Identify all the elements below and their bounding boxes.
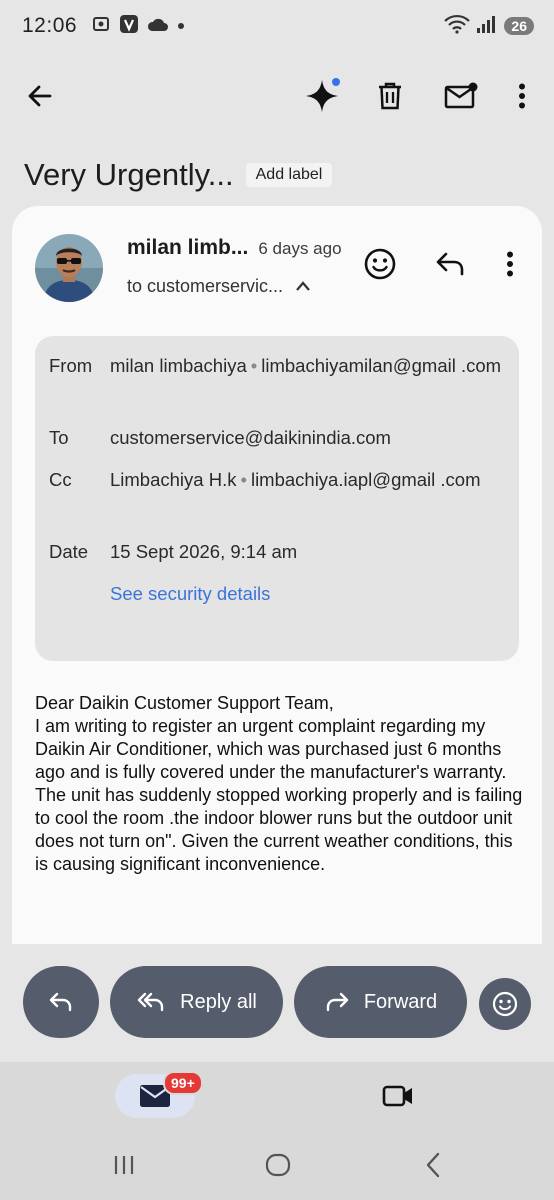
to-email[interactable]: customerservice@daikinindia.com <box>110 423 510 453</box>
recent-apps-icon[interactable] <box>104 1150 144 1180</box>
date-value: 15 Sept 2026, 9:14 am <box>110 541 298 562</box>
nav-mail-tab[interactable]: 99+ <box>115 1071 203 1118</box>
from-label: From <box>49 355 93 376</box>
dot-icon <box>177 17 185 35</box>
reply-all-label: Reply all <box>180 990 257 1013</box>
email-toolbar <box>0 60 554 132</box>
status-time: 12:06 <box>22 14 78 37</box>
v-app-icon <box>119 14 139 39</box>
reply-icon <box>49 992 72 1012</box>
react-button[interactable] <box>479 978 531 1030</box>
separator-dot: • <box>240 469 247 490</box>
signal-icon <box>476 14 498 39</box>
delete-icon[interactable] <box>368 74 412 118</box>
add-label-button[interactable]: Add label <box>245 163 333 187</box>
email-subject: Very Urgently... <box>24 157 234 192</box>
status-bar: 12:06 26 <box>0 0 554 52</box>
forward-label: Forward <box>363 990 438 1013</box>
battery-indicator: 26 <box>504 17 534 35</box>
recipient-summary[interactable]: to customerservic... <box>127 276 283 297</box>
screenshot-icon <box>91 14 111 39</box>
message-details-panel: From milan limbachiya • limbachiyamilan@gm… <box>35 336 519 661</box>
from-name: milan limbachiya <box>110 355 247 376</box>
message-more-icon[interactable] <box>490 244 530 284</box>
date-label: Date <box>49 541 89 562</box>
more-vert-icon[interactable] <box>500 74 544 118</box>
system-nav-bar <box>0 1130 554 1200</box>
sent-time: 6 days ago <box>258 239 342 258</box>
system-back-icon[interactable] <box>414 1150 454 1180</box>
reply-all-button[interactable]: Reply all <box>110 966 283 1038</box>
reply-all-icon <box>137 992 164 1012</box>
reply-icon[interactable] <box>430 244 470 284</box>
message-card: milan limb... 6 days ago to customerserv… <box>12 206 542 944</box>
cc-name: Limbachiya H.k <box>110 469 237 490</box>
forward-button[interactable]: Forward <box>294 966 467 1038</box>
reply-button[interactable] <box>23 966 99 1038</box>
bottom-nav: 99+ <box>0 1062 554 1130</box>
gemini-sparkle-icon[interactable] <box>300 74 344 118</box>
back-arrow-icon[interactable] <box>18 74 62 118</box>
security-details-link[interactable]: See security details <box>110 579 510 609</box>
emoji-reaction-icon[interactable] <box>360 244 400 284</box>
cloud-icon <box>147 16 169 37</box>
subject-row: Very Urgently... Add label <box>24 150 530 200</box>
avatar[interactable] <box>35 234 103 302</box>
email-body: Dear Daikin Customer Support Team, I am … <box>35 693 523 874</box>
wifi-icon <box>444 14 471 39</box>
separator-dot: • <box>250 355 258 376</box>
to-label: To <box>49 427 69 448</box>
emoji-icon <box>492 991 518 1017</box>
video-call-icon <box>382 1085 412 1107</box>
from-email[interactable]: limbachiyamilan@gmail .com <box>261 355 501 376</box>
chevron-up-icon[interactable] <box>295 276 311 297</box>
unread-badge: 99+ <box>163 1071 203 1095</box>
home-icon[interactable] <box>258 1150 298 1180</box>
cc-email[interactable]: limbachiya.iapl@gmail .com <box>251 469 481 490</box>
forward-icon <box>326 992 349 1012</box>
sender-name[interactable]: milan limb... <box>127 236 248 260</box>
nav-meet-tab[interactable] <box>380 1080 416 1112</box>
cc-label: Cc <box>49 469 72 490</box>
mark-unread-icon[interactable] <box>439 74 483 118</box>
action-bar: Reply all Forward <box>0 966 554 1040</box>
